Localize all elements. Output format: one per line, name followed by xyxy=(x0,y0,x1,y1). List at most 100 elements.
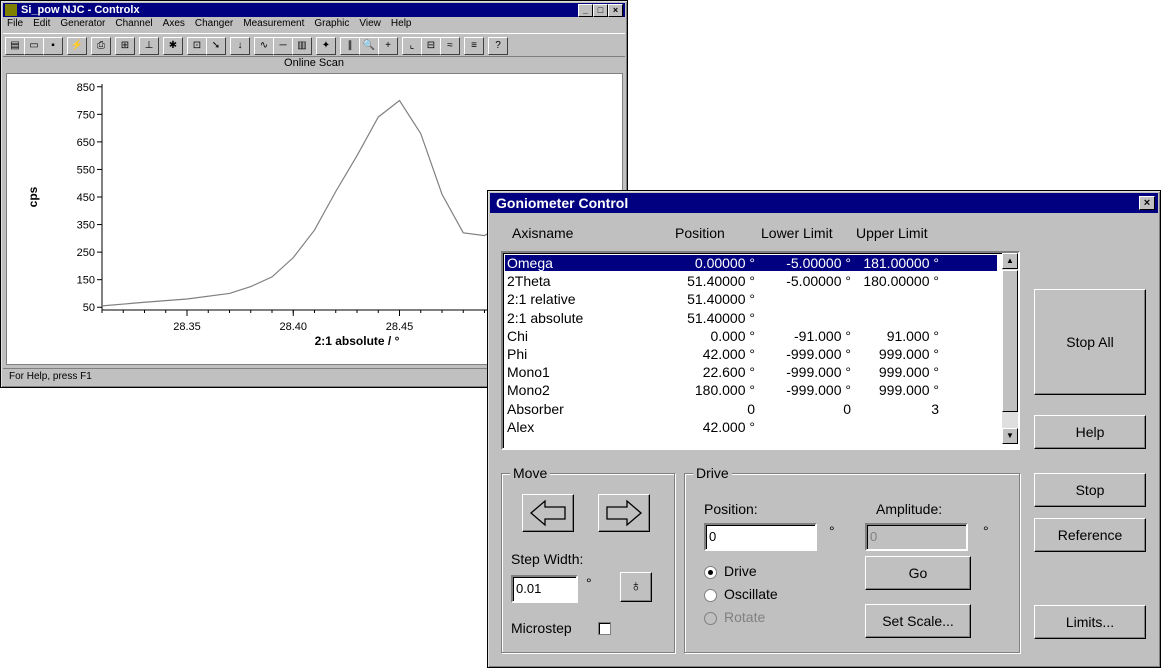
upper-limit-cell: 180.00000 ° xyxy=(863,273,939,290)
upper-limit-cell: 999.000 ° xyxy=(878,364,939,381)
x-tick-label: 28.35 xyxy=(173,321,201,333)
table-row[interactable]: Phi 42.000 ° -999.000 ° 999.000 ° xyxy=(505,346,997,362)
scroll-thumb[interactable] xyxy=(1002,270,1018,412)
step-width-input[interactable]: 0.01 xyxy=(511,575,578,603)
scale-icon[interactable]: ⌞ xyxy=(402,37,422,55)
close-button[interactable]: × xyxy=(608,4,623,17)
help-button[interactable]: Help xyxy=(1034,415,1146,449)
go-button[interactable]: Go xyxy=(865,556,971,590)
header-position: Position xyxy=(675,225,725,241)
stop-button[interactable]: Stop xyxy=(1034,473,1146,507)
peak-icon[interactable]: ✦ xyxy=(316,37,336,55)
rotate-radio xyxy=(704,612,717,625)
lines-icon[interactable]: ∥ xyxy=(340,37,360,55)
table-row[interactable]: 2:1 absolute 51.40000 ° xyxy=(505,310,997,326)
drive-radio-label[interactable]: Drive xyxy=(724,563,757,579)
position-cell: 22.600 ° xyxy=(702,364,755,381)
close-icon[interactable]: × xyxy=(1139,196,1155,210)
table-row[interactable]: Alex 42.000 ° xyxy=(505,419,997,435)
amplitude-label: Amplitude: xyxy=(876,501,943,517)
upper-limit-cell: 3 xyxy=(931,400,939,417)
menu-graphic[interactable]: Graphic xyxy=(314,18,349,29)
axes-icon[interactable]: ⊥ xyxy=(139,37,159,55)
table-row[interactable]: Mono1 22.600 ° -999.000 ° 999.000 ° xyxy=(505,364,997,380)
tool-icon: ♁ xyxy=(630,578,642,595)
menu-generator[interactable]: Generator xyxy=(60,18,105,29)
maximize-button[interactable]: □ xyxy=(593,4,608,17)
axis-list-scrollbar[interactable]: ▲ ▼ xyxy=(1002,253,1018,444)
limits-button[interactable]: Limits... xyxy=(1034,605,1146,639)
chart-icon[interactable]: ∿ xyxy=(254,37,274,55)
y-tick-label: 850 xyxy=(77,82,95,94)
menu-view[interactable]: View xyxy=(359,18,381,29)
new-icon[interactable]: ▤ xyxy=(5,37,25,55)
measure-icon[interactable]: ⊟ xyxy=(421,37,441,55)
menu-help[interactable]: Help xyxy=(391,18,412,29)
y-axis-label: cps xyxy=(26,186,40,207)
dialog-title: Goniometer Control xyxy=(496,195,629,211)
crosshair-icon[interactable]: + xyxy=(378,37,398,55)
generator-icon[interactable]: ⚡ xyxy=(67,37,87,55)
menu-channel[interactable]: Channel xyxy=(115,18,152,29)
list-icon[interactable]: ≡ xyxy=(464,37,484,55)
arrow-icon[interactable]: ➘ xyxy=(206,37,226,55)
position-cell: 42.000 ° xyxy=(702,346,755,362)
step-width-label: Step Width: xyxy=(511,551,584,567)
axis-name-cell: Absorber xyxy=(507,400,564,417)
table-row[interactable]: Omega 0.00000 ° -5.00000 ° 181.00000 ° xyxy=(505,255,997,271)
star-icon[interactable]: ✱ xyxy=(163,37,183,55)
menu-axes[interactable]: Axes xyxy=(163,18,185,29)
open-icon[interactable]: ▭ xyxy=(24,37,44,55)
controlx-title-bar[interactable]: Si_pow NJC - Controlx _ □ × xyxy=(3,3,625,17)
minimize-button[interactable]: _ xyxy=(578,4,593,17)
position-cell: 180.000 ° xyxy=(694,382,755,399)
position-cell: 51.40000 ° xyxy=(687,273,755,290)
menu-changer[interactable]: Changer xyxy=(195,18,233,29)
menu-measurement[interactable]: Measurement xyxy=(243,18,304,29)
book-icon[interactable]: ▥ xyxy=(292,37,312,55)
drive-radio[interactable] xyxy=(704,566,717,579)
y-tick-label: 450 xyxy=(77,192,95,204)
reference-button[interactable]: Reference xyxy=(1034,518,1146,552)
move-left-button[interactable] xyxy=(522,494,574,532)
scroll-up-icon[interactable]: ▲ xyxy=(1002,253,1018,269)
print-icon[interactable]: ⎙ xyxy=(91,37,111,55)
step-width-unit: ° xyxy=(586,575,592,591)
axis-name-cell: Mono2 xyxy=(507,382,550,399)
axis-name-cell: Omega xyxy=(507,255,553,271)
down-icon[interactable]: ↓ xyxy=(230,37,250,55)
upper-limit-cell: 999.000 ° xyxy=(878,382,939,399)
axis-list[interactable]: Omega 0.00000 ° -5.00000 ° 181.00000 ° 2Thet… xyxy=(501,251,1020,450)
table-row[interactable]: Mono2 180.000 ° -999.000 ° 999.000 ° xyxy=(505,382,997,398)
position-cell: 51.40000 ° xyxy=(687,309,755,326)
step-tool-button[interactable]: ♁ xyxy=(620,572,652,602)
move-right-button[interactable] xyxy=(598,494,650,532)
scroll-down-icon[interactable]: ▼ xyxy=(1002,428,1018,444)
wave-icon[interactable]: ≈ xyxy=(440,37,460,55)
stop-all-button[interactable]: Stop All xyxy=(1034,289,1146,395)
channel-icon[interactable]: ⊞ xyxy=(115,37,135,55)
axis-name-cell: Alex xyxy=(507,418,535,435)
table-row[interactable]: 2:1 relative 51.40000 ° xyxy=(505,291,997,307)
set-scale-button[interactable]: Set Scale... xyxy=(865,604,971,638)
grid-icon[interactable]: ⊡ xyxy=(187,37,207,55)
oscillate-radio[interactable] xyxy=(704,589,717,602)
x-tick-label: 28.40 xyxy=(279,321,307,333)
zoom-icon[interactable]: 🔍 xyxy=(359,37,379,55)
table-row[interactable]: Absorber 0 0 3 xyxy=(505,401,997,417)
axis-name-cell: Chi xyxy=(507,327,529,344)
position-cell: 51.40000 ° xyxy=(687,291,755,308)
table-row[interactable]: Chi 0.000 ° -91.000 ° 91.000 ° xyxy=(505,328,997,344)
amplitude-unit: ° xyxy=(983,523,989,539)
position-input[interactable]: 0 xyxy=(704,523,817,551)
header-axisname: Axisname xyxy=(512,225,574,241)
microstep-checkbox[interactable] xyxy=(598,622,611,635)
menu-edit[interactable]: Edit xyxy=(33,18,50,29)
oscillate-radio-label[interactable]: Oscillate xyxy=(724,586,778,602)
table-row[interactable]: 2Theta 51.40000 ° -5.00000 ° 180.00000 ° xyxy=(505,273,997,289)
dialog-title-bar[interactable]: Goniometer Control × xyxy=(490,193,1158,213)
help-icon[interactable]: ? xyxy=(488,37,508,55)
minus-icon[interactable]: ─ xyxy=(273,37,293,55)
save-icon[interactable]: ▪ xyxy=(43,37,63,55)
menu-file[interactable]: File xyxy=(7,18,23,29)
